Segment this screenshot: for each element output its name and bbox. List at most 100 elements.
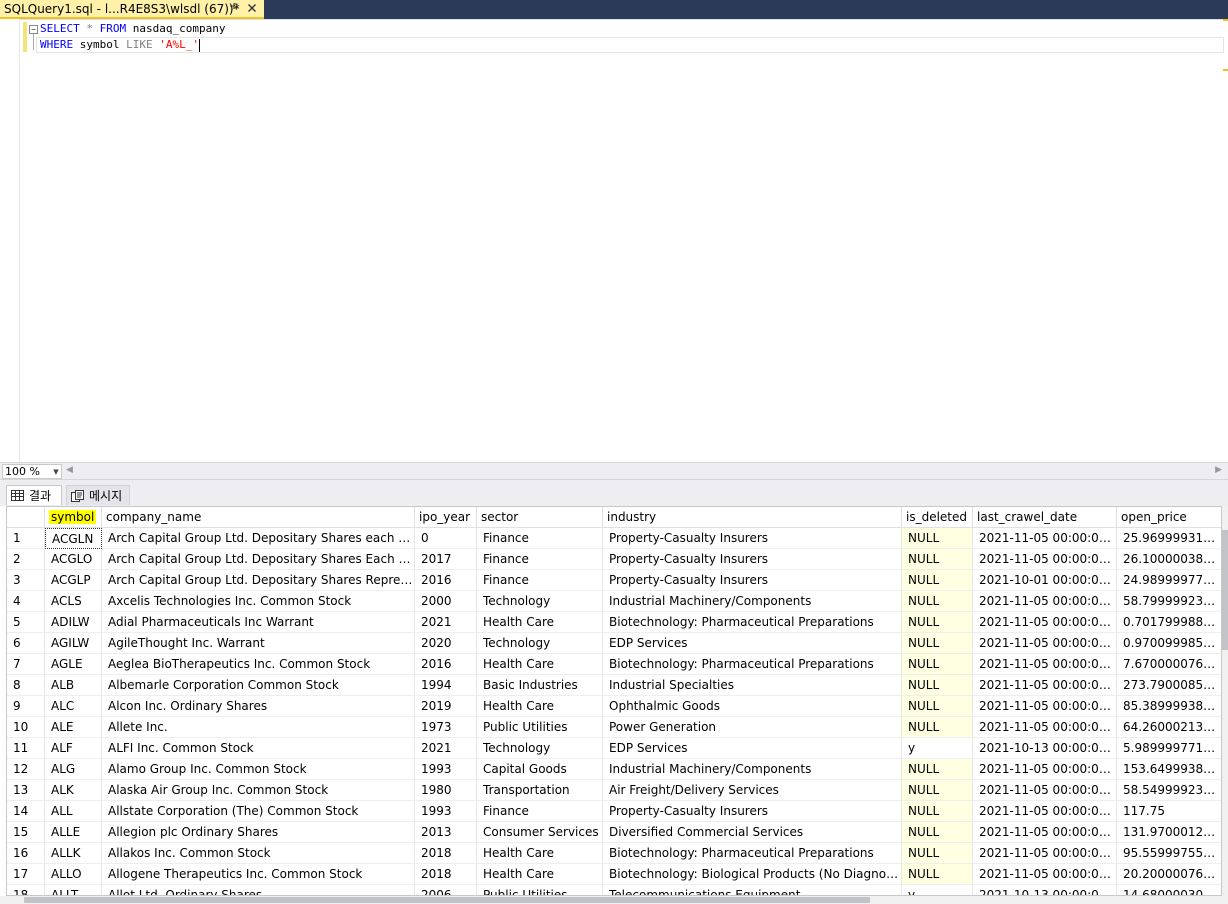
column-header-last-crawel-date[interactable]: last_crawel_date bbox=[973, 507, 1117, 528]
grid-cell-is-deleted[interactable]: NULL bbox=[902, 717, 973, 738]
grid-cell-symbol[interactable]: AGILW bbox=[45, 633, 102, 654]
grid-cell-sector[interactable]: Technology bbox=[477, 591, 603, 612]
grid-cell-last-crawel-date[interactable]: 2021-11-05 00:00:00.000 bbox=[973, 654, 1117, 675]
grid-cell-last-crawel-date[interactable]: 2021-11-05 00:00:00.000 bbox=[973, 717, 1117, 738]
grid-cell-sector[interactable]: Health Care bbox=[477, 654, 603, 675]
grid-cell-is-deleted[interactable]: NULL bbox=[902, 864, 973, 885]
grid-cell-industry[interactable]: Industrial Specialties bbox=[603, 675, 902, 696]
grid-cell-industry[interactable]: EDP Services bbox=[603, 738, 902, 759]
tab-results[interactable]: 결과 bbox=[6, 485, 62, 505]
grid-cell-ipo-year[interactable]: 2006 bbox=[415, 885, 477, 895]
grid-cell-company-name[interactable]: Alamo Group Inc. Common Stock bbox=[102, 759, 415, 780]
grid-cell-industry[interactable]: Biotechnology: Biological Products (No D… bbox=[603, 864, 902, 885]
row-number[interactable]: 5 bbox=[7, 612, 45, 633]
pin-icon[interactable] bbox=[229, 1, 239, 14]
row-number[interactable]: 2 bbox=[7, 549, 45, 570]
grid-cell-is-deleted[interactable]: NULL bbox=[902, 696, 973, 717]
grid-cell-sector[interactable]: Basic Industries bbox=[477, 675, 603, 696]
grid-cell-symbol[interactable]: ACGLO bbox=[45, 549, 102, 570]
grid-cell-open-price[interactable]: 26.1000003814697 bbox=[1117, 549, 1221, 570]
grid-cell-company-name[interactable]: ALFI Inc. Common Stock bbox=[102, 738, 415, 759]
grid-cell-ipo-year[interactable]: 2000 bbox=[415, 591, 477, 612]
grid-cell-ipo-year[interactable]: 2019 bbox=[415, 696, 477, 717]
grid-cell-open-price[interactable]: 5.98999977111816 bbox=[1117, 738, 1221, 759]
grid-cell-last-crawel-date[interactable]: 2021-11-05 00:00:00.000 bbox=[973, 591, 1117, 612]
grid-cell-sector[interactable]: Health Care bbox=[477, 612, 603, 633]
grid-cell-open-price[interactable]: 85.3899993896484 bbox=[1117, 696, 1221, 717]
grid-cell-symbol[interactable]: ADILW bbox=[45, 612, 102, 633]
grid-cell-sector[interactable]: Finance bbox=[477, 549, 603, 570]
grid-cell-ipo-year[interactable]: 2021 bbox=[415, 612, 477, 633]
grid-cell-symbol[interactable]: ALC bbox=[45, 696, 102, 717]
grid-cell-ipo-year[interactable]: 0 bbox=[415, 528, 477, 549]
column-header-industry[interactable]: industry bbox=[603, 507, 902, 528]
grid-cell-open-price[interactable]: 64.2600021362305 bbox=[1117, 717, 1221, 738]
grid-cell-last-crawel-date[interactable]: 2021-11-05 00:00:00.000 bbox=[973, 780, 1117, 801]
grid-cell-sector[interactable]: Health Care bbox=[477, 696, 603, 717]
query-document-tab[interactable]: SQLQuery1.sql - l...R4E8S3\wlsdl (67))* bbox=[0, 0, 264, 19]
grid-cell-industry[interactable]: Biotechnology: Pharmaceutical Preparatio… bbox=[603, 843, 902, 864]
grid-cell-ipo-year[interactable]: 2016 bbox=[415, 570, 477, 591]
column-header-symbol[interactable]: symbol bbox=[45, 507, 102, 528]
grid-cell-symbol[interactable]: ALF bbox=[45, 738, 102, 759]
grid-cell-open-price[interactable]: 25.9699993133545 bbox=[1117, 528, 1221, 549]
grid-cell-symbol[interactable]: ALL bbox=[45, 801, 102, 822]
row-number[interactable]: 17 bbox=[7, 864, 45, 885]
grid-cell-sector[interactable]: Finance bbox=[477, 801, 603, 822]
grid-cell-sector[interactable]: Health Care bbox=[477, 843, 603, 864]
grid-cell-ipo-year[interactable]: 2020 bbox=[415, 633, 477, 654]
row-number[interactable]: 10 bbox=[7, 717, 45, 738]
grid-cell-last-crawel-date[interactable]: 2021-10-13 00:00:00.000 bbox=[973, 885, 1117, 895]
grid-cell-is-deleted[interactable]: NULL bbox=[902, 780, 973, 801]
grid-cell-is-deleted[interactable]: NULL bbox=[902, 549, 973, 570]
row-number[interactable]: 6 bbox=[7, 633, 45, 654]
grid-cell-company-name[interactable]: Allstate Corporation (The) Common Stock bbox=[102, 801, 415, 822]
grid-cell-sector[interactable]: Public Utilities bbox=[477, 717, 603, 738]
grid-cell-company-name[interactable]: Axcelis Technologies Inc. Common Stock bbox=[102, 591, 415, 612]
grid-cell-company-name[interactable]: Allot Ltd. Ordinary Shares bbox=[102, 885, 415, 895]
grid-cell-is-deleted[interactable]: NULL bbox=[902, 843, 973, 864]
grid-cell-company-name[interactable]: Albemarle Corporation Common Stock bbox=[102, 675, 415, 696]
grid-cell-open-price[interactable]: 58.5499992370605 bbox=[1117, 780, 1221, 801]
grid-cell-industry[interactable]: EDP Services bbox=[603, 633, 902, 654]
grid-cell-last-crawel-date[interactable]: 2021-11-05 00:00:00.000 bbox=[973, 633, 1117, 654]
column-header-open-price[interactable]: open_price bbox=[1117, 507, 1221, 528]
grid-cell-last-crawel-date[interactable]: 2021-11-05 00:00:00.000 bbox=[973, 675, 1117, 696]
grid-cell-symbol[interactable]: ACGLP bbox=[45, 570, 102, 591]
grid-cell-open-price[interactable]: 20.2000007629395 bbox=[1117, 864, 1221, 885]
grid-cell-company-name[interactable]: Arch Capital Group Ltd. Depositary Share… bbox=[102, 570, 415, 591]
grid-cell-ipo-year[interactable]: 2016 bbox=[415, 654, 477, 675]
grid-horizontal-scroll-thumb[interactable] bbox=[24, 897, 870, 903]
column-header-ipo-year[interactable]: ipo_year bbox=[415, 507, 477, 528]
scroll-left-icon[interactable]: ◀ bbox=[66, 465, 73, 475]
grid-cell-is-deleted[interactable]: NULL bbox=[902, 759, 973, 780]
grid-cell-industry[interactable]: Biotechnology: Pharmaceutical Preparatio… bbox=[603, 654, 902, 675]
grid-cell-symbol[interactable]: ALG bbox=[45, 759, 102, 780]
grid-cell-industry[interactable]: Air Freight/Delivery Services bbox=[603, 780, 902, 801]
row-number[interactable]: 11 bbox=[7, 738, 45, 759]
grid-cell-open-price[interactable]: 24.9899997711182 bbox=[1117, 570, 1221, 591]
grid-cell-is-deleted[interactable]: NULL bbox=[902, 801, 973, 822]
scroll-right-icon[interactable]: ▶ bbox=[1215, 465, 1222, 475]
grid-vertical-scroll-thumb[interactable] bbox=[1222, 530, 1228, 650]
grid-cell-is-deleted[interactable]: y bbox=[902, 738, 973, 759]
grid-cell-sector[interactable]: Transportation bbox=[477, 780, 603, 801]
column-header-is-deleted[interactable]: is_deleted bbox=[902, 507, 973, 528]
row-number[interactable]: 15 bbox=[7, 822, 45, 843]
grid-cell-ipo-year[interactable]: 1980 bbox=[415, 780, 477, 801]
row-number[interactable]: 4 bbox=[7, 591, 45, 612]
grid-cell-company-name[interactable]: Alaska Air Group Inc. Common Stock bbox=[102, 780, 415, 801]
grid-cell-sector[interactable]: Technology bbox=[477, 738, 603, 759]
grid-cell-open-price[interactable]: 58.7999992370605 bbox=[1117, 591, 1221, 612]
grid-cell-industry[interactable]: Diversified Commercial Services bbox=[603, 822, 902, 843]
grid-cell-ipo-year[interactable]: 2018 bbox=[415, 843, 477, 864]
row-number[interactable]: 9 bbox=[7, 696, 45, 717]
grid-cell-is-deleted[interactable]: y bbox=[902, 885, 973, 895]
grid-cell-symbol[interactable]: ACGLN bbox=[45, 528, 102, 549]
grid-cell-sector[interactable]: Technology bbox=[477, 633, 603, 654]
grid-cell-symbol[interactable]: ALLK bbox=[45, 843, 102, 864]
grid-cell-is-deleted[interactable]: NULL bbox=[902, 675, 973, 696]
grid-cell-open-price[interactable]: 153.649993896484 bbox=[1117, 759, 1221, 780]
sql-editor[interactable]: − SELECT * FROM nasdaq_company WHERE sym… bbox=[0, 19, 1228, 462]
row-number[interactable]: 7 bbox=[7, 654, 45, 675]
